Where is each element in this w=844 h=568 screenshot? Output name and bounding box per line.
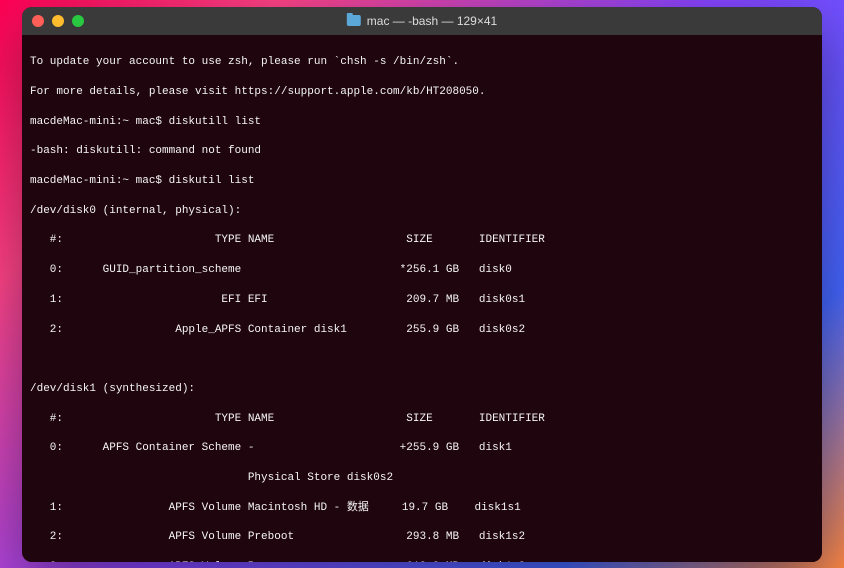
terminal-window: mac — -bash — 129×41 To update your acco… <box>22 7 822 562</box>
column-header: #: TYPE NAME SIZE IDENTIFIER <box>30 412 814 427</box>
close-icon[interactable] <box>32 15 44 27</box>
disk-row: 2: APFS Volume Preboot 293.8 MB disk1s2 <box>30 530 814 545</box>
titlebar[interactable]: mac — -bash — 129×41 <box>22 7 822 35</box>
disk-row: 0: APFS Container Scheme - +255.9 GB dis… <box>30 441 814 456</box>
window-title-group: mac — -bash — 129×41 <box>347 14 497 28</box>
text-line: To update your account to use zsh, pleas… <box>30 55 814 70</box>
disk-header: /dev/disk1 (synthesized): <box>30 382 814 397</box>
disk-row: 2: Apple_APFS Container disk1 255.9 GB d… <box>30 323 814 338</box>
disk-row: 1: APFS Volume Macintosh HD - 数据 19.7 GB… <box>30 501 814 516</box>
folder-icon <box>347 15 361 26</box>
terminal-content[interactable]: To update your account to use zsh, pleas… <box>22 35 822 562</box>
disk-row: 1: EFI EFI 209.7 MB disk0s1 <box>30 293 814 308</box>
disk-row: Physical Store disk0s2 <box>30 471 814 486</box>
prompt-line: macdeMac-mini:~ mac$ diskutill list <box>30 115 814 130</box>
disk-header: /dev/disk0 (internal, physical): <box>30 204 814 219</box>
error-line: -bash: diskutill: command not found <box>30 144 814 159</box>
disk-row: 0: GUID_partition_scheme *256.1 GB disk0 <box>30 263 814 278</box>
blank-line <box>30 352 814 367</box>
window-title: mac — -bash — 129×41 <box>367 14 497 28</box>
prompt-line: macdeMac-mini:~ mac$ diskutil list <box>30 174 814 189</box>
minimize-icon[interactable] <box>52 15 64 27</box>
disk-row: 3: APFS Volume Recovery 613.8 MB disk1s3 <box>30 560 814 561</box>
text-line: For more details, please visit https://s… <box>30 85 814 100</box>
traffic-lights <box>32 15 84 27</box>
column-header: #: TYPE NAME SIZE IDENTIFIER <box>30 233 814 248</box>
fullscreen-icon[interactable] <box>72 15 84 27</box>
